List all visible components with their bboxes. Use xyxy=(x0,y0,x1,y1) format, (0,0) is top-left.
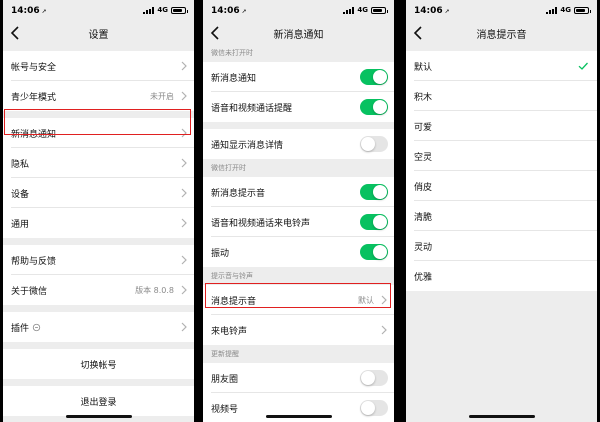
nav-bar: 消息提示音 xyxy=(406,22,597,44)
network-label: 4G xyxy=(157,6,168,14)
chevron-left-icon[interactable] xyxy=(9,25,23,41)
status-time: 14:06 ➚ xyxy=(414,6,450,16)
chevron-left-icon[interactable] xyxy=(209,25,223,41)
home-indicator xyxy=(265,415,332,418)
chevron-right-icon xyxy=(181,322,187,332)
sound-option-cute[interactable]: 可爱 xyxy=(406,111,597,141)
moments-toggle[interactable] xyxy=(360,370,388,386)
page-title: 设置 xyxy=(88,29,109,41)
message-sound-item[interactable]: 消息提示音 默认 xyxy=(203,285,394,315)
vibrate-toggle[interactable] xyxy=(360,244,388,260)
status-bar: 14:06 ➚ 4G xyxy=(3,0,194,22)
settings-item-privacy[interactable]: 隐私 xyxy=(3,148,194,178)
checkmark-icon xyxy=(578,62,588,70)
signal-icon xyxy=(343,6,355,14)
network-label: 4G xyxy=(560,6,571,14)
toggle-row-new-message: 新消息通知 xyxy=(203,62,394,92)
home-indicator xyxy=(65,415,132,418)
settings-item-account[interactable]: 帐号与安全 xyxy=(3,51,194,81)
sound-option-crisp[interactable]: 清脆 xyxy=(406,201,597,231)
toggle-row-message-details: 通知显示消息详情 xyxy=(203,129,394,159)
sound-picker-screen: 14:06 ➚ 4G 消息提示音 默认 积木 可爱 空灵 俏皮 清脆 灵动 优雅 xyxy=(406,0,597,422)
plugin-icon xyxy=(32,323,41,331)
settings-item-plugins[interactable]: 插件 xyxy=(3,312,194,342)
chevron-right-icon xyxy=(181,285,187,295)
status-time: 14:06 ➚ xyxy=(211,6,247,16)
sound-option-blocks[interactable]: 积木 xyxy=(406,81,597,111)
settings-item-notifications[interactable]: 新消息通知 xyxy=(3,118,194,148)
settings-item-about[interactable]: 关于微信 版本 8.0.8 xyxy=(3,275,194,305)
sound-option-lively[interactable]: 灵动 xyxy=(406,231,597,261)
new-message-toggle[interactable] xyxy=(360,69,388,85)
switch-account-button[interactable]: 切换帐号 xyxy=(3,349,194,379)
call-ringtone-toggle[interactable] xyxy=(360,214,388,230)
network-label: 4G xyxy=(357,6,368,14)
call-alert-toggle[interactable] xyxy=(360,99,388,115)
chevron-right-icon xyxy=(181,158,187,168)
youth-status: 未开启 xyxy=(150,91,174,101)
battery-icon xyxy=(574,6,591,14)
chevron-right-icon xyxy=(181,188,187,198)
message-details-toggle[interactable] xyxy=(360,136,388,152)
notifications-screen: 14:06 ➚ 4G 新消息通知 微信未打开时 新消息通知 语音和视频通话提醒 通… xyxy=(203,0,394,422)
message-sound-toggle[interactable] xyxy=(360,184,388,200)
toggle-row-moments: 朋友圈 xyxy=(203,363,394,393)
signal-icon xyxy=(143,6,155,14)
chevron-right-icon xyxy=(181,218,187,228)
home-indicator xyxy=(468,415,535,418)
toggle-row-message-sound: 新消息提示音 xyxy=(203,177,394,207)
section-header-sounds: 提示音与铃声 xyxy=(211,272,253,280)
settings-item-youth[interactable]: 青少年模式 未开启 xyxy=(3,81,194,111)
nav-bar: 新消息通知 xyxy=(203,22,394,44)
ringtone-item[interactable]: 来电铃声 xyxy=(203,315,394,345)
chevron-right-icon xyxy=(381,325,387,335)
settings-item-devices[interactable]: 设备 xyxy=(3,178,194,208)
channels-toggle[interactable] xyxy=(360,400,388,416)
sound-option-ethereal[interactable]: 空灵 xyxy=(406,141,597,171)
chevron-right-icon xyxy=(181,128,187,138)
status-time: 14:06 ➚ xyxy=(11,6,47,16)
nav-bar: 设置 xyxy=(3,22,194,44)
sound-option-playful[interactable]: 俏皮 xyxy=(406,171,597,201)
chevron-left-icon[interactable] xyxy=(412,25,426,41)
toggle-row-call-ringtone: 语音和视频通话来电铃声 xyxy=(203,207,394,237)
section-header-updates: 更新提醒 xyxy=(211,350,239,358)
signal-icon xyxy=(546,6,558,14)
screenshot-stage: 14:06 ➚ 4G 设置 帐号与安全 青少年模式 未开启 新消息通知 隐私 设… xyxy=(0,0,600,422)
chevron-right-icon xyxy=(181,61,187,71)
toggle-row-vibrate: 振动 xyxy=(203,237,394,267)
chevron-right-icon xyxy=(181,255,187,265)
battery-icon xyxy=(371,6,388,14)
settings-item-help[interactable]: 帮助与反馈 xyxy=(3,245,194,275)
toggle-row-call-alert: 语音和视频通话提醒 xyxy=(203,92,394,122)
sound-option-elegant[interactable]: 优雅 xyxy=(406,261,597,291)
section-header-open: 微信打开时 xyxy=(211,164,246,172)
settings-item-general[interactable]: 通用 xyxy=(3,208,194,238)
status-bar: 14:06 ➚ 4G xyxy=(203,0,394,22)
sound-option-default[interactable]: 默认 xyxy=(406,51,597,81)
status-bar: 14:06 ➚ 4G xyxy=(406,0,597,22)
version-label: 版本 8.0.8 xyxy=(135,285,174,295)
chevron-right-icon xyxy=(381,295,387,305)
settings-screen: 14:06 ➚ 4G 设置 帐号与安全 青少年模式 未开启 新消息通知 隐私 设… xyxy=(3,0,194,422)
section-header-closed: 微信未打开时 xyxy=(211,49,253,57)
logout-button[interactable]: 退出登录 xyxy=(3,386,194,416)
battery-icon xyxy=(171,6,188,14)
page-title: 新消息通知 xyxy=(273,29,324,41)
chevron-right-icon xyxy=(181,91,187,101)
message-sound-value: 默认 xyxy=(358,295,374,305)
page-title: 消息提示音 xyxy=(476,29,527,41)
